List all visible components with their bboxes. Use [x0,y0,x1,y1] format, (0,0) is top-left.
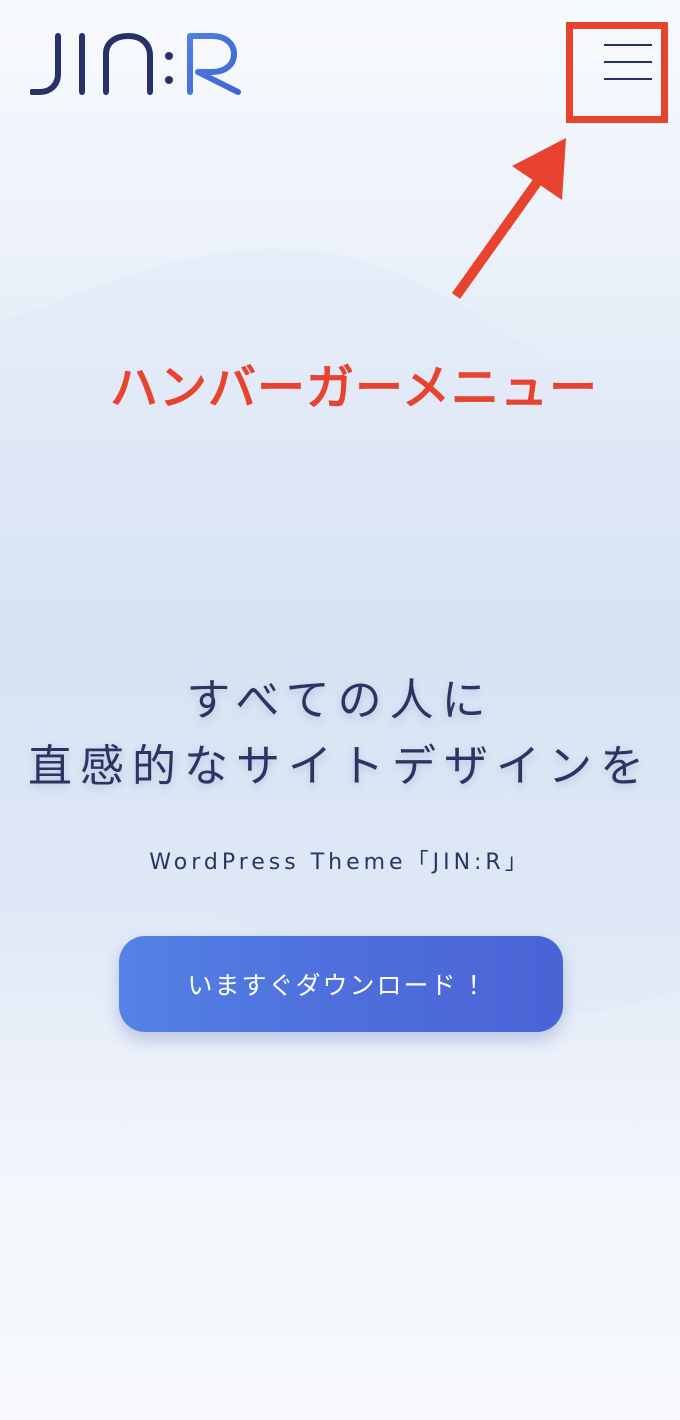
download-button-label: いますぐダウンロード ！ [187,971,495,1000]
annotation-highlight-box [566,22,668,123]
hero-headline-line2: 直感的なサイトデザインを [28,741,652,792]
hero-headline-line1: すべての人に [186,675,494,726]
annotation-arrow-icon [451,138,566,299]
hero-section: すべての人に 直感的なサイトデザインを WordPress Theme「JIN:… [0,668,680,876]
jinr-logo[interactable] [30,30,245,96]
annotation-label: ハンバーガーメニュー [109,360,599,416]
hero-subtitle: WordPress Theme「JIN:R」 [149,850,531,875]
download-button[interactable]: いますぐダウンロード ！ [119,936,563,1032]
